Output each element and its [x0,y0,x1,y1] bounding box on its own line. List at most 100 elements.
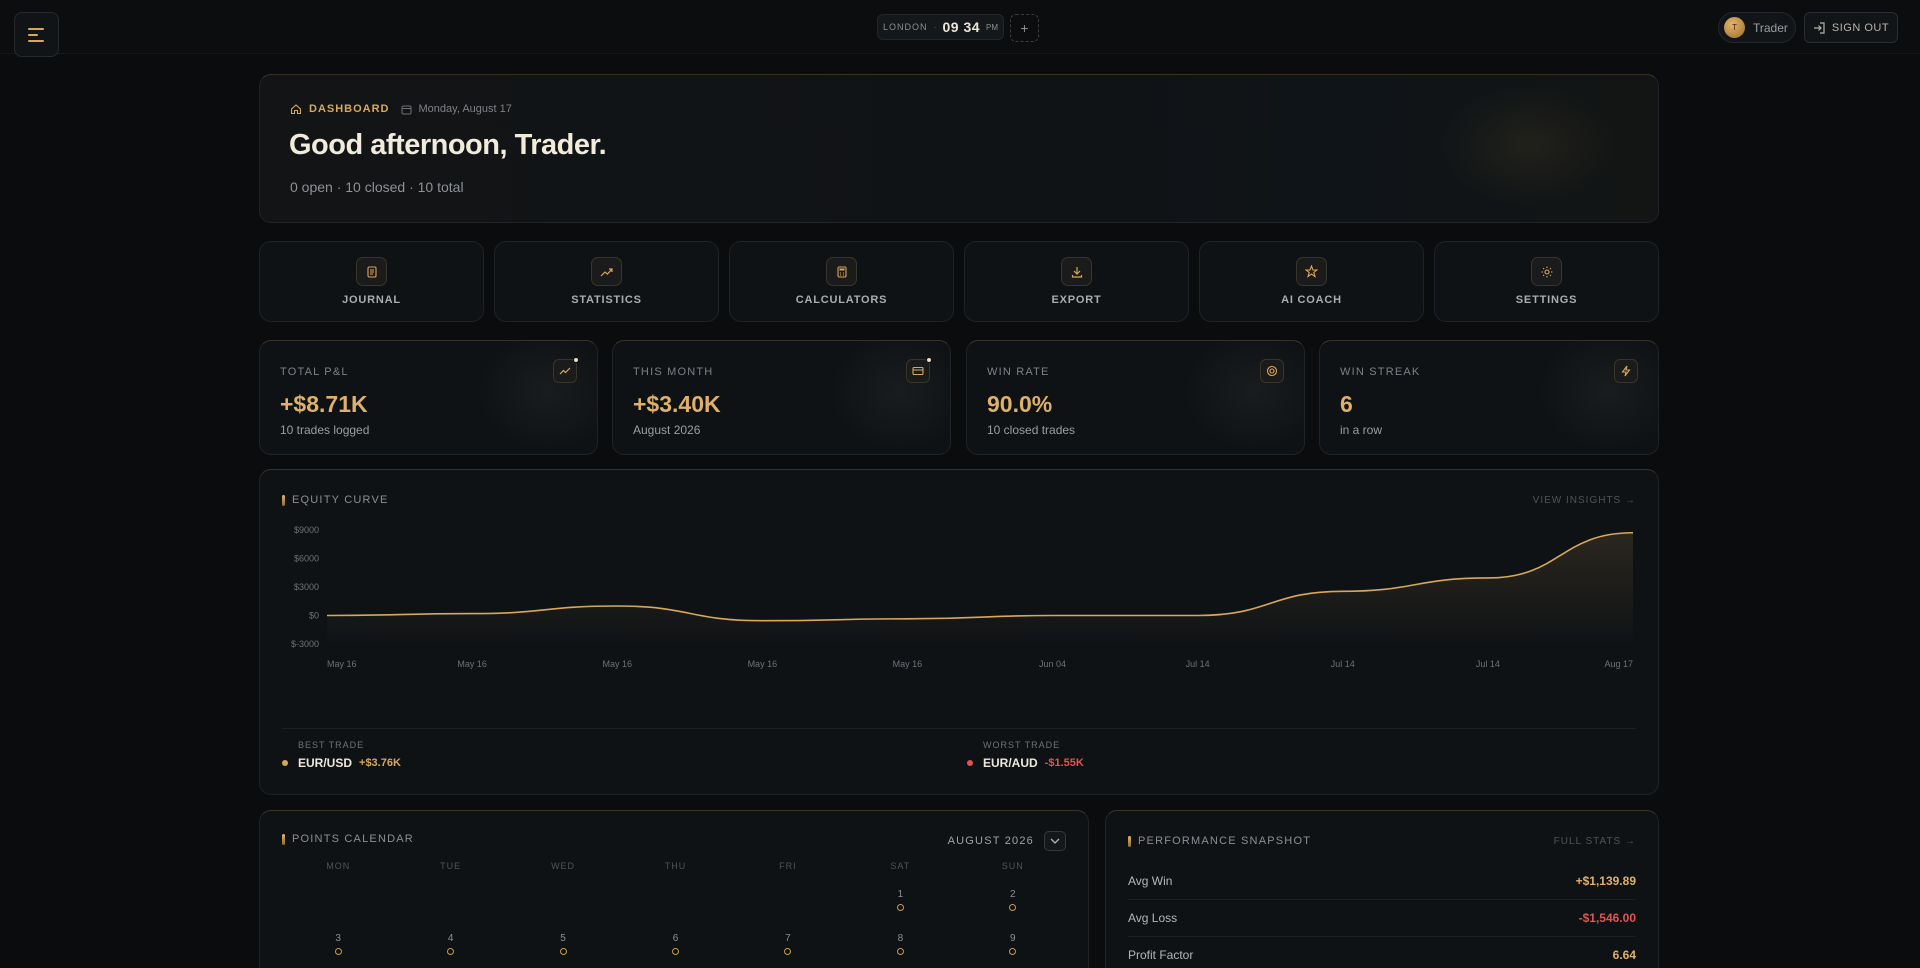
month-label: AUGUST 2026 [947,835,1034,847]
sign-out-button[interactable]: SIGN OUT [1804,12,1898,43]
calendar-day-number: 3 [335,933,341,944]
weekday-label: FRI [779,861,797,871]
performance-value: -$1,546.00 [1578,911,1636,925]
stat-card-this-month: THIS MONTH +$3.40K August 2026 [612,340,951,455]
banner-glow [1438,85,1618,205]
clock-city: LONDON [882,22,928,32]
nav-tile-label: CALCULATORS [795,294,888,306]
weekday-label: SAT [890,861,911,871]
weekday-label: TUE [440,861,462,871]
x-tick-label: May 16 [893,659,923,669]
stat-label: TOTAL P&L [280,366,349,378]
performance-label: Profit Factor [1128,948,1194,962]
day-points-marker [896,948,904,955]
nav-tile-statistics[interactable]: STATISTICS [494,241,719,322]
day-points-marker [1009,948,1017,955]
day-points-marker [447,948,455,955]
home-icon [290,104,302,115]
calendar-day[interactable]: 6 [619,933,731,959]
menu-button[interactable] [14,12,59,57]
weekday-label: THU [664,861,687,871]
view-insights-link[interactable]: VIEW INSIGHTS → [1533,495,1636,506]
calendar-day[interactable]: 2 [957,889,1069,915]
performance-value: +$1,139.89 [1575,874,1636,888]
journal-icon [366,265,377,278]
calendar-empty-cell [394,889,506,915]
sign-out-icon [1813,21,1825,34]
y-tick-label: $3000 [294,582,319,592]
calendar-title: POINTS CALENDAR [282,833,414,845]
calendar-day-number: 5 [560,933,566,944]
stat-subtext: August 2026 [633,423,701,437]
nav-tile-label: EXPORT [1051,294,1102,306]
trend-icon [559,367,571,375]
stat-label: WIN RATE [987,366,1050,378]
add-clock-button[interactable]: + [1010,14,1039,42]
user-chip[interactable]: T Trader [1718,12,1796,43]
performance-row: Profit Factor 6.64 [1128,937,1636,968]
sign-out-label: SIGN OUT [1831,21,1890,34]
calendar-day-number: 9 [1010,933,1016,944]
calendar-empty-cell [732,889,844,915]
nav-tile-export[interactable]: EXPORT [964,241,1189,322]
calendar-day-number: 6 [672,933,679,944]
breadcrumb: DASHBOARD Monday, August 17 [290,103,512,115]
top-bar: LONDON · 09 34 PM + T Trader SIGN OUT [0,0,1920,57]
nav-tile-label: SETTINGS [1515,294,1578,306]
sun-icon [1541,266,1552,277]
calendar-empty-cell [507,889,619,915]
month-selector[interactable]: AUGUST 2026 [948,831,1066,851]
performance-title-text: PERFORMANCE SNAPSHOT [1138,835,1312,847]
calendar-title-text: POINTS CALENDAR [292,833,414,845]
x-tick-label: Jul 14 [1186,659,1210,669]
notification-dot [573,357,579,363]
chevron-down-icon [1050,838,1060,844]
nav-tile-calculators[interactable]: CALCULATORS [729,241,954,322]
best-trade-pnl: +$3.76K [359,757,401,769]
day-points-marker [334,948,342,955]
month-dropdown-button[interactable] [1044,831,1066,851]
calendar-empty-cell [619,889,731,915]
calendar-empty-cell [282,889,394,915]
calendar-day[interactable]: 8 [844,933,956,959]
trend-icon [600,267,613,276]
page-title: Good afternoon, Trader. [289,129,607,161]
weekday-label: WED [551,861,576,871]
x-tick-label: Aug 17 [1604,659,1633,669]
points-calendar: POINTS CALENDAR AUGUST 2026 MON TUE WED THU… [259,810,1089,968]
calendar-day[interactable]: 5 [507,933,619,959]
day-points-marker [671,948,679,955]
clock-time: 09 34 [942,19,981,35]
performance-row: Avg Win +$1,139.89 [1128,863,1636,900]
target-icon [1266,365,1278,377]
calendar-day[interactable]: 3 [282,933,394,959]
clock-separator: · [933,22,937,32]
y-tick-label: $-3000 [291,639,319,649]
y-tick-label: $6000 [294,554,319,564]
full-stats-link[interactable]: FULL STATS → [1554,836,1636,847]
calendar-day-number: 8 [897,933,904,944]
nav-tile-ai-coach[interactable]: AI COACH [1199,241,1424,322]
calendar-day[interactable]: 9 [957,933,1069,959]
calendar-day[interactable]: 7 [732,933,844,959]
day-points-marker [784,948,792,955]
nav-tile-label: STATISTICS [571,294,642,306]
stat-card-win-streak: WIN STREAK 6 in a row [1319,340,1659,455]
calendar-day-number: 2 [1010,889,1016,900]
weekday-label: MON [326,861,351,871]
clock-ampm: PM [986,22,999,32]
calendar-day[interactable]: 4 [394,933,506,959]
star-icon [1305,265,1318,278]
calculator-icon [836,265,847,278]
y-tick-label: $0 [309,611,319,621]
equity-area [327,532,1633,644]
stat-card-total-pnl: TOTAL P&L +$8.71K 10 trades logged [259,340,598,455]
world-clock[interactable]: LONDON · 09 34 PM [877,14,1004,40]
x-tick-label: Jul 14 [1331,659,1355,669]
weekday-label: SUN [1001,861,1024,871]
stat-subtext: in a row [1340,423,1383,437]
nav-tile-settings[interactable]: SETTINGS [1434,241,1659,322]
calendar-day[interactable]: 1 [844,889,956,915]
stat-subtext: 10 closed trades [987,423,1076,437]
nav-tile-journal[interactable]: JOURNAL [259,241,484,322]
